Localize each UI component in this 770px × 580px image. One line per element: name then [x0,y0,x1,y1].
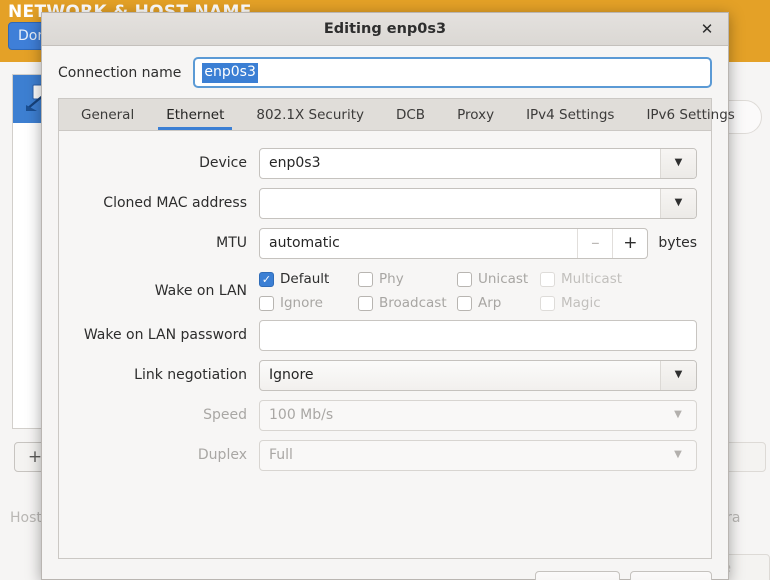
duplex-value: Full [269,447,293,463]
device-value: enp0s3 [269,155,321,171]
dialog-titlebar: Editing enp0s3 ✕ [42,13,728,46]
wake-on-lan-row: Wake on LAN ✓ Default Phy Unicast Multic… [59,263,711,315]
tab-proxy[interactable]: Proxy [441,99,510,130]
checkbox-icon[interactable] [358,271,373,287]
tab-ethernet[interactable]: Ethernet [150,99,240,130]
link-negotiation-value: Ignore [269,367,314,383]
wol-checkbox-arp[interactable]: Arp [457,295,540,311]
device-row: Device enp0s3 ▼ [59,143,711,183]
duplex-combobox: Full ▼ [259,439,697,471]
connection-name-input[interactable]: enp0s3 [193,57,712,88]
checkbox-icon[interactable] [457,295,472,311]
editing-connection-dialog: Editing enp0s3 ✕ Connection name enp0s3 … [41,12,735,580]
speed-value: 100 Mb/s [269,407,334,423]
chevron-down-icon[interactable]: ▼ [660,148,696,178]
close-icon[interactable]: ✕ [696,13,718,46]
tab-general[interactable]: General [65,99,150,130]
host-name-label: Host [10,510,42,526]
wol-checkbox-magic[interactable]: Magic [540,295,650,311]
mtu-spinner[interactable]: automatic – + [259,227,649,259]
cloned-mac-label: Cloned MAC address [103,195,247,211]
wol-password-row: Wake on LAN password [59,315,711,355]
wol-checkbox-default[interactable]: ✓ Default [259,271,358,287]
wol-checkbox-multicast[interactable]: Multicast [540,271,650,287]
mtu-increment-button[interactable]: + [612,228,647,258]
tab-ipv4-settings[interactable]: IPv4 Settings [510,99,630,130]
speed-row: Speed 100 Mb/s ▼ [59,395,711,435]
wol-checkbox-broadcast[interactable]: Broadcast [358,295,457,311]
wol-label-magic: Magic [561,295,601,311]
dialog-body: Connection name enp0s3 General Ethernet … [42,46,735,580]
chevron-down-icon: ▼ [674,409,682,420]
cloned-mac-row: Cloned MAC address ▼ [59,183,711,223]
duplex-label: Duplex [197,447,247,463]
wol-password-label: Wake on LAN password [83,327,247,343]
cloned-mac-combobox[interactable]: ▼ [259,187,697,219]
link-negotiation-label: Link negotiation [134,367,247,383]
save-button[interactable]: Save [630,571,712,580]
chevron-down-icon: ▼ [674,449,682,460]
checkbox-icon[interactable] [457,271,472,287]
wol-label-default: Default [280,271,330,287]
device-combobox[interactable]: enp0s3 ▼ [259,147,697,179]
mtu-row: MTU automatic – + bytes [59,223,711,263]
wol-label-broadcast: Broadcast [379,295,447,311]
checkbox-icon[interactable] [540,271,555,287]
connection-name-row: Connection name enp0s3 [42,46,728,98]
duplex-row: Duplex Full ▼ [59,435,711,475]
wol-checkbox-unicast[interactable]: Unicast [457,271,540,287]
wake-on-lan-checkbox-grid: ✓ Default Phy Unicast Multicast Ignore B… [259,267,697,315]
checkbox-icon[interactable] [259,295,274,311]
tab-bar: General Ethernet 802.1X Security DCB Pro… [59,99,735,131]
link-negotiation-combobox[interactable]: Ignore ▼ [259,359,697,391]
wol-password-input[interactable] [259,319,697,351]
mtu-units-label: bytes [658,235,697,251]
wol-label-arp: Arp [478,295,502,311]
wol-label-ignore: Ignore [280,295,323,311]
connection-name-label: Connection name [58,64,182,81]
link-negotiation-row: Link negotiation Ignore ▼ [59,355,711,395]
wol-label-phy: Phy [379,271,404,287]
chevron-down-icon[interactable]: ▼ [660,188,696,218]
checkbox-icon[interactable] [540,295,555,311]
wol-checkbox-ignore[interactable]: Ignore [259,295,358,311]
device-label: Device [199,155,247,171]
mtu-label: MTU [216,235,247,251]
dialog-action-buttons: Cancel Save [42,559,728,580]
checkbox-checked-icon[interactable]: ✓ [259,271,274,287]
mtu-decrement-button[interactable]: – [577,228,612,258]
speed-label: Speed [203,407,247,423]
wol-label-unicast: Unicast [478,271,529,287]
cancel-button[interactable]: Cancel [534,571,620,580]
chevron-down-icon[interactable]: ▼ [660,360,696,390]
tab-dcb[interactable]: DCB [380,99,441,130]
speed-combobox: 100 Mb/s ▼ [259,399,697,431]
wol-label-multicast: Multicast [561,271,623,287]
dialog-title: Editing enp0s3 [323,21,447,37]
checkbox-icon[interactable] [358,295,373,311]
tab-ipv6-settings[interactable]: IPv6 Settings [630,99,750,130]
ethernet-tab-page: Device enp0s3 ▼ Cloned MAC address ▼ MTU… [59,131,711,558]
mtu-value: automatic [269,235,340,251]
tab-8021x-security[interactable]: 802.1X Security [240,99,380,130]
connection-name-value: enp0s3 [202,62,258,83]
wol-checkbox-phy[interactable]: Phy [358,271,457,287]
wake-on-lan-label: Wake on LAN [154,283,247,299]
settings-notebook: General Ethernet 802.1X Security DCB Pro… [58,98,735,559]
